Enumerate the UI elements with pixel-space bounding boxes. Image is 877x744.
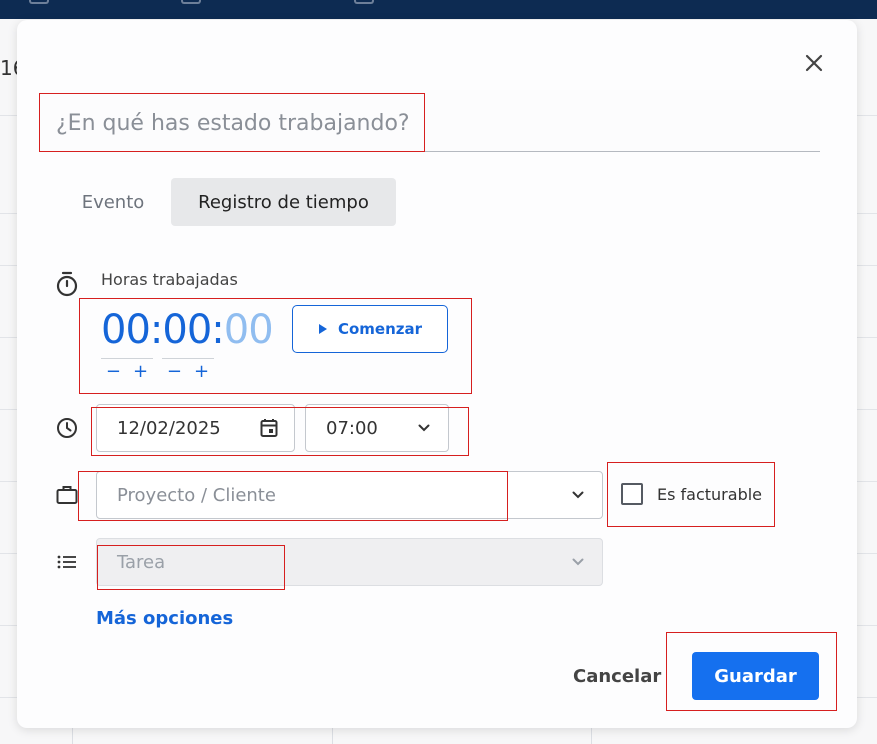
topbar-checkbox-icon — [29, 0, 49, 4]
list-icon — [53, 548, 81, 576]
tab-evento[interactable]: Evento — [67, 178, 159, 226]
chevron-down-icon — [418, 424, 430, 432]
close-button[interactable] — [801, 50, 827, 76]
more-options-link[interactable]: Más opciones — [96, 608, 233, 629]
timer-minutes: 00 — [162, 307, 212, 353]
minutes-increment-button[interactable]: + — [194, 362, 209, 381]
time-select[interactable]: 07:00 — [305, 404, 449, 452]
time-value: 07:00 — [326, 417, 378, 439]
save-button[interactable]: Guardar — [692, 652, 819, 700]
app-topbar — [0, 0, 877, 19]
description-field — [40, 90, 820, 152]
hours-increment-button[interactable]: + — [133, 362, 148, 381]
timer-hours: 00 — [101, 307, 151, 353]
hours-stepper: − + — [101, 358, 153, 384]
chevron-down-icon — [572, 558, 584, 566]
briefcase-icon — [53, 481, 81, 509]
date-value: 12/02/2025 — [117, 417, 221, 439]
project-client-select[interactable]: Proyecto / Cliente — [96, 471, 603, 519]
task-placeholder: Tarea — [117, 551, 166, 573]
close-icon — [805, 54, 823, 72]
time-entry-dialog: Evento Registro de tiempo Horas trabajad… — [17, 20, 857, 728]
description-input[interactable] — [40, 90, 820, 151]
project-placeholder: Proyecto / Cliente — [117, 484, 276, 506]
billable-checkbox-box[interactable] — [621, 483, 643, 505]
hours-worked-label: Horas trabajadas — [101, 270, 238, 289]
tab-registro-de-tiempo[interactable]: Registro de tiempo — [171, 178, 396, 226]
billable-label: Es facturable — [657, 484, 763, 504]
hours-decrement-button[interactable]: − — [106, 362, 121, 381]
start-timer-label: Comenzar — [337, 320, 423, 338]
task-select[interactable]: Tarea — [96, 538, 603, 586]
topbar-checkbox-icon — [354, 0, 374, 4]
minutes-stepper: − + — [162, 358, 214, 384]
cancel-button[interactable]: Cancelar — [573, 660, 661, 692]
start-timer-button[interactable]: Comenzar — [292, 305, 448, 353]
billable-checkbox[interactable]: Es facturable — [621, 483, 762, 505]
chevron-down-icon — [572, 491, 584, 499]
timer-seconds: 00 — [223, 307, 274, 353]
topbar-checkbox-icon — [181, 0, 201, 4]
clock-icon — [53, 414, 81, 442]
stopwatch-icon — [53, 270, 81, 298]
minutes-decrement-button[interactable]: − — [167, 362, 182, 381]
date-input[interactable]: 12/02/2025 — [96, 404, 295, 452]
calendar-icon[interactable] — [260, 418, 278, 438]
play-icon — [318, 324, 327, 334]
timer-display[interactable]: 00:00:00 — [101, 307, 274, 353]
